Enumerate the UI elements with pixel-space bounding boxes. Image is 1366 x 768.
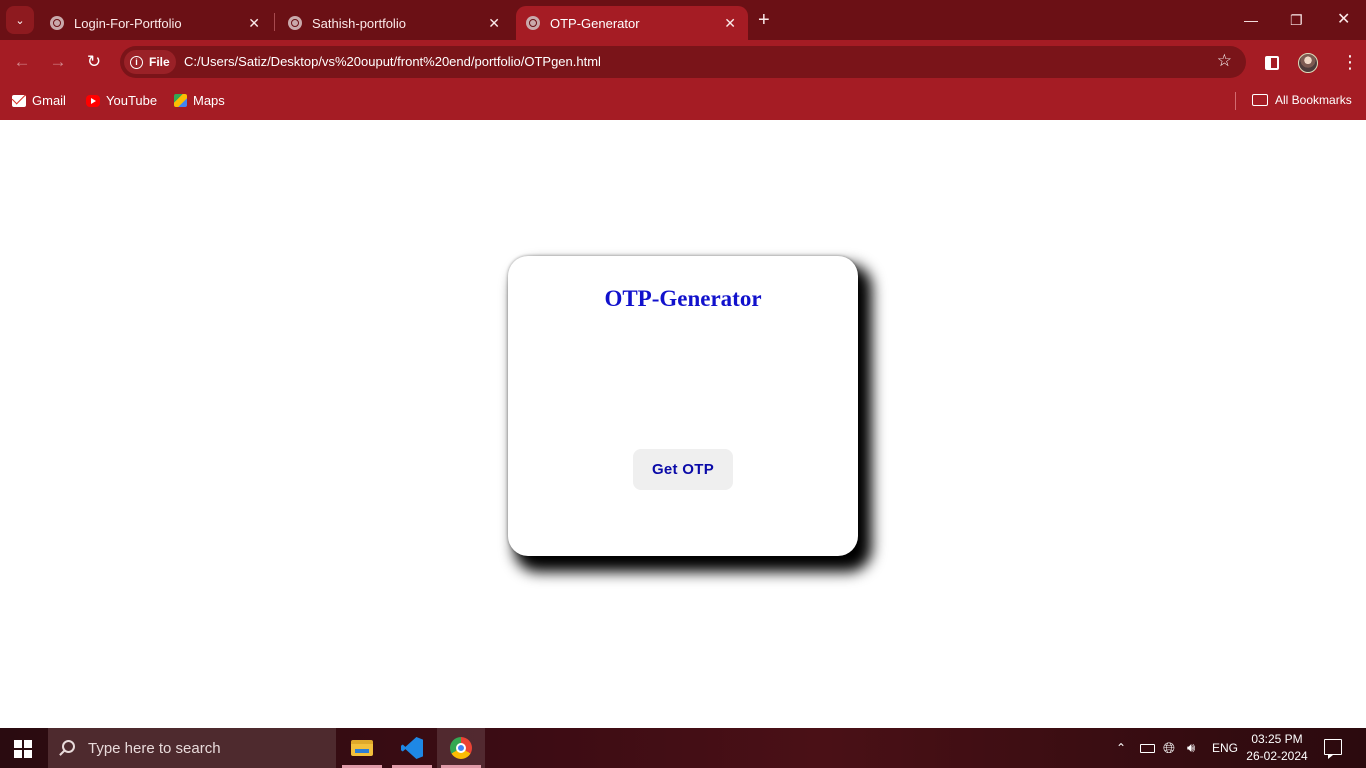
side-panel-icon[interactable] [1265,56,1279,70]
close-icon[interactable]: ✕ [724,14,736,32]
chrome-icon [450,737,472,759]
bookmark-youtube[interactable]: YouTube [86,93,157,108]
show-hidden-icons-icon[interactable]: ⌃ [1116,728,1126,768]
taskbar: Type here to search ⌃ 🌐︎ 🔊︎ ENG 03:25 PM… [0,728,1366,768]
language-indicator[interactable]: ENG [1212,728,1238,768]
tab-otp-generator[interactable]: OTP-Generator ✕ [516,6,748,40]
folder-icon [1252,94,1268,106]
network-icon[interactable]: 🌐︎ [1163,728,1175,768]
tab-title: Login-For-Portfolio [74,15,182,31]
clock-date: 26-02-2024 [1246,749,1308,763]
all-bookmarks-label: All Bookmarks [1275,93,1352,107]
gmail-icon [12,94,26,107]
tab-sathish-portfolio[interactable]: Sathish-portfolio ✕ [274,6,512,40]
chrome-button[interactable] [437,728,485,768]
info-icon: i [130,55,143,69]
url-text[interactable]: C:/Users/Satiz/Desktop/vs%20ouput/front%… [184,54,601,69]
forward-button[interactable]: → [46,50,70,74]
bookmarks-divider [1235,92,1236,110]
vscode-icon [401,737,423,759]
search-placeholder: Type here to search [88,739,221,757]
back-button[interactable]: ← [10,50,34,74]
taskbar-search-input[interactable]: Type here to search [48,728,336,768]
globe-icon [50,16,64,30]
minimize-button[interactable]: — [1244,10,1258,30]
clock[interactable]: 03:25 PM 26-02-2024 [1244,731,1310,765]
bookmark-gmail[interactable]: Gmail [12,93,66,108]
globe-icon [288,16,302,30]
reload-button[interactable]: ↻ [82,50,106,74]
chevron-down-icon: ⌄ [15,14,25,27]
file-explorer-button[interactable] [338,728,386,768]
get-otp-button[interactable]: Get OTP [633,449,733,490]
close-icon[interactable]: ✕ [488,14,500,32]
bookmark-label: Gmail [32,93,66,108]
avatar[interactable] [1298,53,1318,73]
bookmark-star-icon[interactable]: ☆ [1217,51,1232,71]
bookmark-label: Maps [193,93,225,108]
youtube-icon [86,94,100,107]
windows-start-icon[interactable] [14,740,32,758]
file-explorer-icon [351,740,373,756]
tab-login-for-portfolio[interactable]: Login-For-Portfolio ✕ [36,6,272,40]
bookmark-label: YouTube [106,93,158,108]
page-viewport: OTP-Generator Get OTP [0,121,1366,728]
close-window-button[interactable]: ✕ [1337,10,1350,30]
address-bar[interactable]: i File C:/Users/Satiz/Desktop/vs%20ouput… [120,46,1246,78]
volume-icon[interactable]: 🔊︎ [1187,728,1195,768]
maps-icon [174,94,187,107]
restore-button[interactable]: ❐ [1290,10,1303,30]
globe-icon [526,16,540,30]
otp-card: OTP-Generator Get OTP [508,256,858,556]
new-tab-button[interactable]: + [758,9,770,31]
site-info-chip[interactable]: i File [124,50,176,74]
tab-title: Sathish-portfolio [312,15,406,31]
menu-kebab-icon[interactable]: ⋮ [1341,52,1359,72]
search-icon [62,740,75,753]
all-bookmarks-button[interactable]: All Bookmarks [1252,93,1352,107]
notification-icon[interactable] [1324,739,1342,759]
site-chip-label: File [149,55,170,69]
tab-strip: ⌄ Login-For-Portfolio ✕ Sathish-portfoli… [0,0,1366,40]
page-title: OTP-Generator [604,286,762,311]
tab-title: OTP-Generator [550,15,640,31]
vscode-button[interactable] [388,728,436,768]
close-icon[interactable]: ✕ [248,14,260,32]
bookmark-maps[interactable]: Maps [174,93,225,108]
browser-toolbar: ← → ↻ i File C:/Users/Satiz/Desktop/vs%2… [0,40,1366,84]
bookmarks-bar: Gmail YouTube Maps [0,84,1366,120]
clock-time: 03:25 PM [1251,732,1303,746]
tab-search-button[interactable]: ⌄ [6,6,34,34]
battery-icon[interactable] [1140,728,1155,768]
